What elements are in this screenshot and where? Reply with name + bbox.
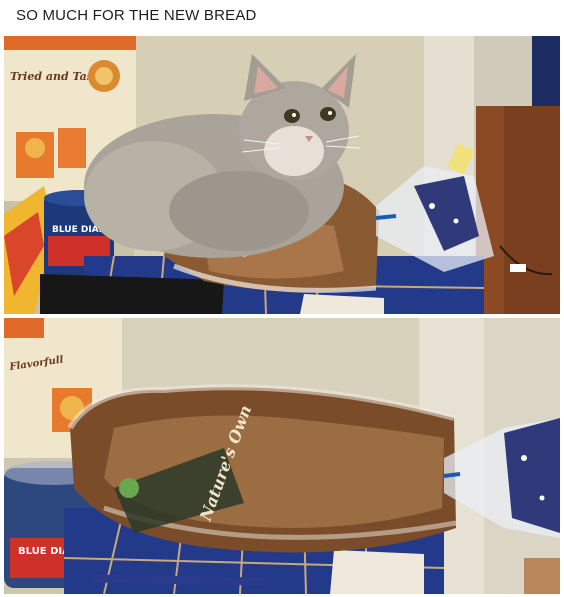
flattened-bread-photo[interactable]: Flavorfull BLUE DIAMOND BOLD Nature's Ow… [4,318,560,594]
cat-on-bread-image: Tried and Tasty! BLUE DIAMOND BOLD [4,36,560,314]
flattened-bread-image: Flavorfull BLUE DIAMOND BOLD Nature's Ow… [4,318,560,594]
cat-on-bread-photo[interactable]: Tried and Tasty! BLUE DIAMOND BOLD [4,36,560,314]
post-header: SO MUCH FOR THE NEW BREAD [0,0,564,36]
post-caption: SO MUCH FOR THE NEW BREAD [16,7,257,24]
